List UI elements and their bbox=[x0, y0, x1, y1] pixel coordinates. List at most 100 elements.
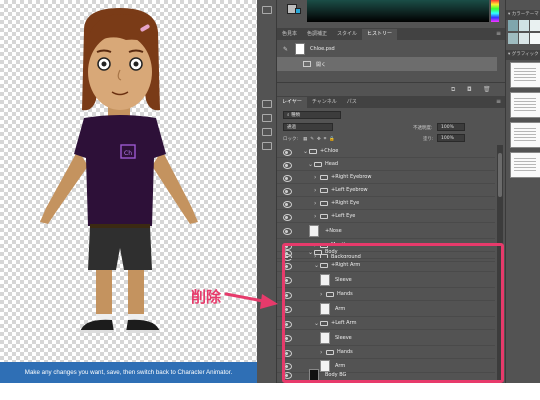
layer-name: +Left Eyebrow bbox=[331, 187, 368, 193]
folder-icon bbox=[320, 175, 328, 180]
tab-styles[interactable]: スタイル bbox=[332, 29, 362, 40]
folder-icon bbox=[309, 149, 317, 154]
layer-name: Head bbox=[325, 161, 339, 167]
graphic-thumbnail[interactable] bbox=[510, 152, 540, 178]
theme-swatch[interactable] bbox=[530, 20, 540, 31]
fill-label: 塗り: bbox=[423, 137, 434, 142]
folder-icon bbox=[320, 214, 328, 219]
properties-panel-icon[interactable] bbox=[262, 142, 272, 150]
layer-name: +Nose bbox=[325, 228, 342, 234]
layer-row[interactable]: +Nose bbox=[277, 223, 495, 239]
graphics-header[interactable]: ▾ グラフィック bbox=[506, 50, 540, 60]
background-color-swatch[interactable] bbox=[295, 8, 301, 14]
graphic-thumbnail[interactable] bbox=[510, 92, 540, 118]
tab-history[interactable]: ヒストリー bbox=[362, 29, 398, 40]
right-panel: ▾ カラーテーマ ▾ グラフィック bbox=[505, 0, 540, 383]
history-panel-icon[interactable] bbox=[262, 6, 272, 14]
hue-slider[interactable] bbox=[491, 0, 499, 22]
graphics-thumbnails bbox=[510, 62, 540, 182]
folder-icon bbox=[320, 201, 328, 206]
blend-mode-select[interactable]: 通過 bbox=[283, 123, 333, 131]
opacity-value: 100% bbox=[441, 125, 454, 130]
chevron-down-icon: ▾ bbox=[508, 12, 511, 17]
graphic-thumbnail[interactable] bbox=[510, 62, 540, 88]
left-leg bbox=[96, 270, 112, 320]
layer-filter-select[interactable]: ⌕ 種類 bbox=[283, 111, 341, 119]
tab-layers[interactable]: レイヤー bbox=[277, 97, 307, 108]
layer-row[interactable]: › +Right Eye bbox=[277, 197, 495, 210]
tab-channels[interactable]: チャンネル bbox=[307, 97, 342, 108]
new-snapshot-icon[interactable]: ◘ bbox=[467, 86, 472, 93]
graphics-label: グラフィック bbox=[511, 52, 539, 57]
history-snapshot[interactable]: ✎ Chloe.psd bbox=[277, 42, 497, 56]
fill-input[interactable]: 100% bbox=[437, 134, 465, 142]
tab-adjustments[interactable]: 色調補正 bbox=[302, 29, 332, 40]
folder-icon bbox=[320, 188, 328, 193]
search-icon: ⌕ bbox=[287, 113, 290, 118]
blend-mode-value: 通過 bbox=[287, 125, 296, 130]
layers-panel-tabs: レイヤー チャンネル パス ≡ bbox=[277, 96, 505, 108]
lock-icons[interactable]: ▦✎✥⌗🔒 bbox=[303, 136, 338, 142]
tab-swatches[interactable]: 色見本 bbox=[277, 29, 302, 40]
shirt bbox=[74, 115, 166, 226]
theme-swatch[interactable] bbox=[530, 32, 540, 44]
layer-name: +Right Eyebrow bbox=[331, 174, 372, 180]
layer-row[interactable]: › +Left Eye bbox=[277, 210, 495, 223]
opacity-input[interactable]: 100% bbox=[437, 123, 465, 131]
fill-value: 100% bbox=[441, 136, 454, 141]
visibility-eye-icon[interactable] bbox=[283, 213, 292, 221]
theme-swatch[interactable] bbox=[508, 32, 518, 44]
layer-name: +Left Eye bbox=[331, 213, 356, 219]
visibility-eye-icon[interactable] bbox=[283, 187, 292, 195]
history-panel-tabs: 色見本 色調補正 スタイル ヒストリー ≡ bbox=[277, 28, 505, 40]
opacity-label: 不透明度: bbox=[413, 126, 433, 131]
layer-row[interactable]: ⌄ Head bbox=[277, 158, 495, 171]
layer-row[interactable]: › +Right Eyebrow bbox=[277, 171, 495, 184]
history-footer: ⧉ ◘ 🗑 bbox=[277, 82, 505, 94]
lock-label: ロック: bbox=[283, 137, 299, 142]
character-illustration: Ch bbox=[40, 8, 198, 333]
theme-swatch[interactable] bbox=[519, 20, 529, 31]
visibility-eye-icon[interactable] bbox=[283, 174, 292, 182]
theme-swatch[interactable] bbox=[519, 32, 529, 44]
delete-annotation-label: 削除 bbox=[191, 288, 222, 306]
layer-row[interactable]: ⌄ +Chloe bbox=[277, 145, 495, 158]
right-arm bbox=[152, 150, 198, 224]
shorts bbox=[88, 226, 152, 270]
tip-bar: Make any changes you want, save, then sw… bbox=[0, 362, 257, 383]
new-document-from-state-icon[interactable]: ⧉ bbox=[451, 86, 455, 94]
panel-menu-icon[interactable]: ≡ bbox=[496, 30, 501, 37]
snapshot-label: Chloe.psd bbox=[310, 46, 335, 52]
layer-row[interactable]: › +Left Eyebrow bbox=[277, 184, 495, 197]
scroll-thumb[interactable] bbox=[498, 153, 502, 197]
color-theme-swatches[interactable] bbox=[508, 20, 540, 44]
chevron-down-icon: ▾ bbox=[508, 52, 511, 57]
tab-paths[interactable]: パス bbox=[342, 97, 362, 108]
panel-icon-strip bbox=[257, 0, 277, 383]
left-arm bbox=[40, 150, 88, 224]
visibility-eye-icon[interactable] bbox=[283, 227, 292, 235]
trash-icon[interactable]: 🗑 bbox=[483, 86, 491, 93]
visibility-eye-icon[interactable] bbox=[283, 148, 292, 156]
history-list: ✎ Chloe.psd 開く bbox=[277, 40, 505, 80]
layers-panel-menu-icon[interactable]: ≡ bbox=[496, 98, 501, 105]
visibility-eye-icon[interactable] bbox=[283, 200, 292, 208]
document-canvas[interactable]: Ch Make any changes you want, save, then… bbox=[0, 0, 257, 383]
visibility-eye-icon[interactable] bbox=[283, 161, 292, 169]
color-field[interactable] bbox=[307, 0, 489, 22]
layers-panel-icon[interactable] bbox=[262, 100, 272, 108]
channels-panel-icon[interactable] bbox=[262, 114, 272, 122]
paths-panel-icon[interactable] bbox=[262, 128, 272, 136]
right-leg bbox=[128, 270, 144, 320]
tip-text: Make any changes you want, save, then sw… bbox=[24, 369, 233, 376]
history-brush-icon[interactable]: ✎ bbox=[283, 46, 291, 53]
theme-swatch[interactable] bbox=[508, 20, 518, 31]
history-state-label: 開く bbox=[316, 61, 327, 68]
history-state-open[interactable]: 開く bbox=[277, 57, 497, 71]
layer-thumbnail bbox=[309, 225, 319, 237]
color-picker bbox=[283, 0, 505, 28]
graphic-thumbnail[interactable] bbox=[510, 122, 540, 148]
face bbox=[88, 34, 152, 110]
layer-name: +Chloe bbox=[320, 148, 339, 154]
color-themes-header[interactable]: ▾ カラーテーマ bbox=[506, 10, 540, 20]
